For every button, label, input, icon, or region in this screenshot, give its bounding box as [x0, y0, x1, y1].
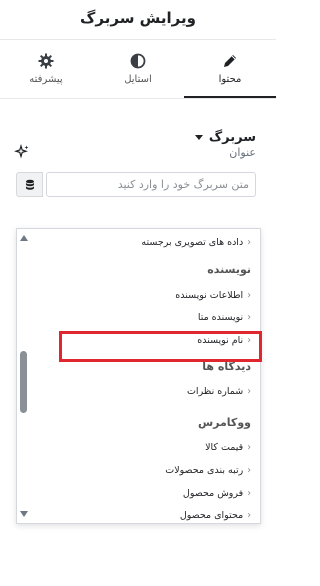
panel-title: ویرایش سربرگ	[80, 9, 196, 27]
title-input-row	[16, 172, 256, 199]
dropdown-option[interactable]: ‹داده های تصویری برجسته	[141, 237, 251, 248]
tab-bar: پیشرفته استایل محتوا	[0, 40, 276, 99]
field-label-title: عنوان	[229, 146, 256, 159]
tabs-divider	[0, 98, 276, 99]
tab-content-label: محتوا	[218, 74, 242, 85]
dropdown-option[interactable]: ‹فروش محصول	[183, 488, 251, 499]
section-title: سربرگ	[208, 130, 256, 145]
chevron-left-icon: ‹	[247, 386, 251, 397]
chevron-left-icon: ‹	[247, 465, 251, 476]
dropdown-group-label: ووکامرس	[197, 416, 251, 429]
tab-content[interactable]: محتوا	[184, 40, 276, 99]
chevron-left-icon: ‹	[247, 510, 251, 521]
section-toggle[interactable]: سربرگ	[194, 130, 256, 145]
dropdown-scrollbar[interactable]	[17, 229, 31, 523]
chevron-left-icon: ‹	[247, 442, 251, 453]
chevron-left-icon: ‹	[247, 237, 251, 248]
tab-advanced-label: پیشرفته	[29, 74, 63, 85]
dropdown-option[interactable]: ‹اطلاعات نویسنده	[175, 290, 251, 301]
dropdown-option[interactable]: ‹قیمت کالا	[205, 442, 251, 453]
highlight-box	[59, 331, 262, 362]
panel-header: ویرایش سربرگ	[0, 0, 276, 40]
ai-sparkle-icon[interactable]	[14, 143, 30, 160]
tab-style-label: استایل	[124, 74, 152, 85]
dynamic-tags-dropdown[interactable]: ‹داده های تصویری برجسته نویسنده ‹اطلاعات…	[16, 228, 261, 524]
title-text-input[interactable]	[46, 172, 256, 197]
caret-down-icon	[194, 135, 203, 140]
pencil-icon	[184, 53, 276, 69]
database-icon	[25, 179, 34, 190]
scroll-thumb[interactable]	[20, 351, 27, 413]
tab-advanced[interactable]: پیشرفته	[0, 40, 92, 98]
tab-style[interactable]: استایل	[92, 40, 184, 98]
scroll-up-arrow-icon[interactable]	[20, 235, 28, 241]
chevron-left-icon: ‹	[247, 312, 251, 323]
half-circle-icon	[92, 53, 184, 69]
dropdown-option[interactable]: ‹شماره نظرات	[187, 386, 251, 397]
dropdown-group-label: نویسنده	[207, 263, 251, 276]
dynamic-tags-button[interactable]	[16, 172, 43, 197]
chevron-left-icon: ‹	[247, 290, 251, 301]
scroll-down-arrow-icon[interactable]	[20, 511, 28, 517]
dropdown-option[interactable]: ‹رتبه بندی محصولات	[165, 465, 251, 476]
dropdown-option[interactable]: ‹محتوای محصول	[180, 510, 251, 521]
gear-icon	[0, 53, 92, 69]
chevron-left-icon: ‹	[247, 488, 251, 499]
dropdown-option[interactable]: ‹نویسنده متا	[198, 312, 251, 323]
